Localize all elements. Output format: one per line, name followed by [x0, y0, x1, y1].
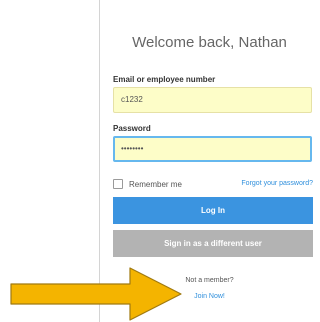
remember-me-row[interactable]: Remember me: [113, 179, 182, 189]
password-input[interactable]: ••••••••: [113, 136, 312, 162]
email-label: Email or employee number: [113, 75, 216, 84]
arrow-right-icon: [10, 267, 182, 321]
password-label: Password: [113, 124, 151, 133]
remember-me-label: Remember me: [129, 179, 182, 189]
different-user-button[interactable]: Sign in as a different user: [113, 230, 313, 257]
welcome-heading: Welcome back, Nathan: [132, 34, 287, 51]
remember-me-checkbox[interactable]: [113, 179, 123, 189]
forgot-password-link[interactable]: Forgot your password?: [241, 180, 313, 187]
login-button[interactable]: Log In: [113, 197, 313, 224]
email-input[interactable]: c1232: [113, 87, 312, 113]
